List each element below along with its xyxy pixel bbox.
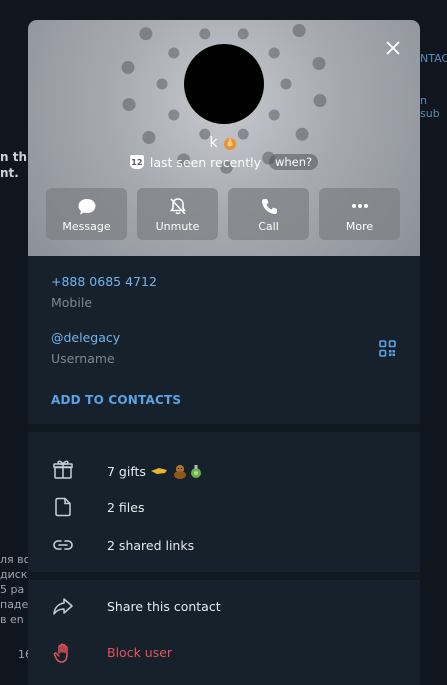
pattern-dot	[268, 47, 280, 59]
pattern-dot	[168, 109, 180, 121]
qr-code-icon[interactable]	[379, 340, 396, 357]
profile-name-text: k	[209, 135, 218, 151]
pattern-dot	[121, 61, 135, 74]
pattern-dot	[168, 47, 180, 59]
shared-links-label: 2 shared links	[107, 538, 195, 553]
block-user-row[interactable]: Block user	[28, 635, 420, 669]
gifts-row[interactable]: 7 gifts	[28, 452, 420, 486]
pattern-dot	[280, 78, 292, 90]
unmute-button[interactable]: Unmute	[137, 188, 218, 240]
unmute-label: Unmute	[155, 220, 200, 233]
when-button[interactable]: when?	[268, 154, 319, 170]
bell-slash-icon	[169, 198, 186, 215]
username[interactable]: @delegacy	[51, 330, 120, 345]
message-button[interactable]: Message	[46, 188, 127, 240]
emoji-status-icon[interactable]	[221, 134, 239, 152]
pattern-dot	[122, 98, 136, 111]
message-label: Message	[62, 220, 111, 233]
pattern-dot	[199, 28, 211, 40]
shared-media-section: 7 gifts 2 files 2 shared links	[28, 432, 420, 572]
gift-preview-icons	[150, 465, 201, 479]
pattern-dot	[237, 28, 249, 40]
phone-icon	[261, 199, 277, 214]
section-divider	[28, 572, 420, 580]
files-row[interactable]: 2 files	[28, 490, 420, 524]
share-contact-row[interactable]: Share this contact	[28, 589, 420, 623]
last-seen-text: last seen recently	[149, 154, 261, 170]
status-row: 12 last seen recently when?	[28, 154, 420, 170]
level-badge: 12	[129, 155, 144, 169]
profile-name: k	[28, 134, 420, 152]
call-label: Call	[258, 220, 279, 233]
section-divider	[28, 424, 420, 432]
more-button[interactable]: More	[319, 188, 400, 240]
phone-number[interactable]: +888 0685 4712	[51, 274, 157, 289]
call-button[interactable]: Call	[228, 188, 309, 240]
pattern-dot	[313, 94, 327, 107]
username-label: Username	[51, 351, 115, 366]
pattern-dot	[139, 27, 153, 41]
more-dots-icon	[351, 204, 368, 208]
user-info-dialog: k 12 last seen recently when? Message Un…	[28, 20, 420, 685]
block-user-label: Block user	[107, 645, 173, 660]
message-icon	[78, 199, 95, 215]
more-label: More	[345, 220, 374, 233]
bg-sub-text: n sub	[420, 94, 440, 120]
pattern-dot	[312, 57, 326, 70]
add-to-contacts-button[interactable]: ADD TO CONTACTS	[51, 393, 181, 407]
link-icon	[53, 540, 73, 550]
share-contact-label: Share this contact	[107, 599, 221, 614]
contact-actions-section: Share this contact Block user	[28, 580, 420, 685]
block-hand-icon	[53, 643, 68, 663]
pattern-dot	[292, 24, 306, 37]
gifts-text: 7 gifts	[107, 462, 209, 480]
shared-links-row[interactable]: 2 shared links	[28, 528, 420, 562]
file-icon	[55, 497, 71, 517]
contact-info-section: +888 0685 4712 Mobile @delegacy Username…	[28, 256, 420, 424]
gifts-label: 7 gifts	[107, 463, 146, 479]
close-icon[interactable]	[383, 38, 403, 58]
phone-label: Mobile	[51, 295, 93, 310]
share-icon	[53, 598, 73, 615]
avatar[interactable]	[184, 44, 264, 124]
profile-header: k 12 last seen recently when? Message Un…	[28, 20, 420, 256]
files-label: 2 files	[107, 500, 145, 515]
pattern-dot	[268, 109, 280, 121]
pattern-dot	[156, 78, 168, 90]
bg-contact-text: NTACT	[420, 52, 447, 65]
gift-icon	[53, 460, 73, 479]
